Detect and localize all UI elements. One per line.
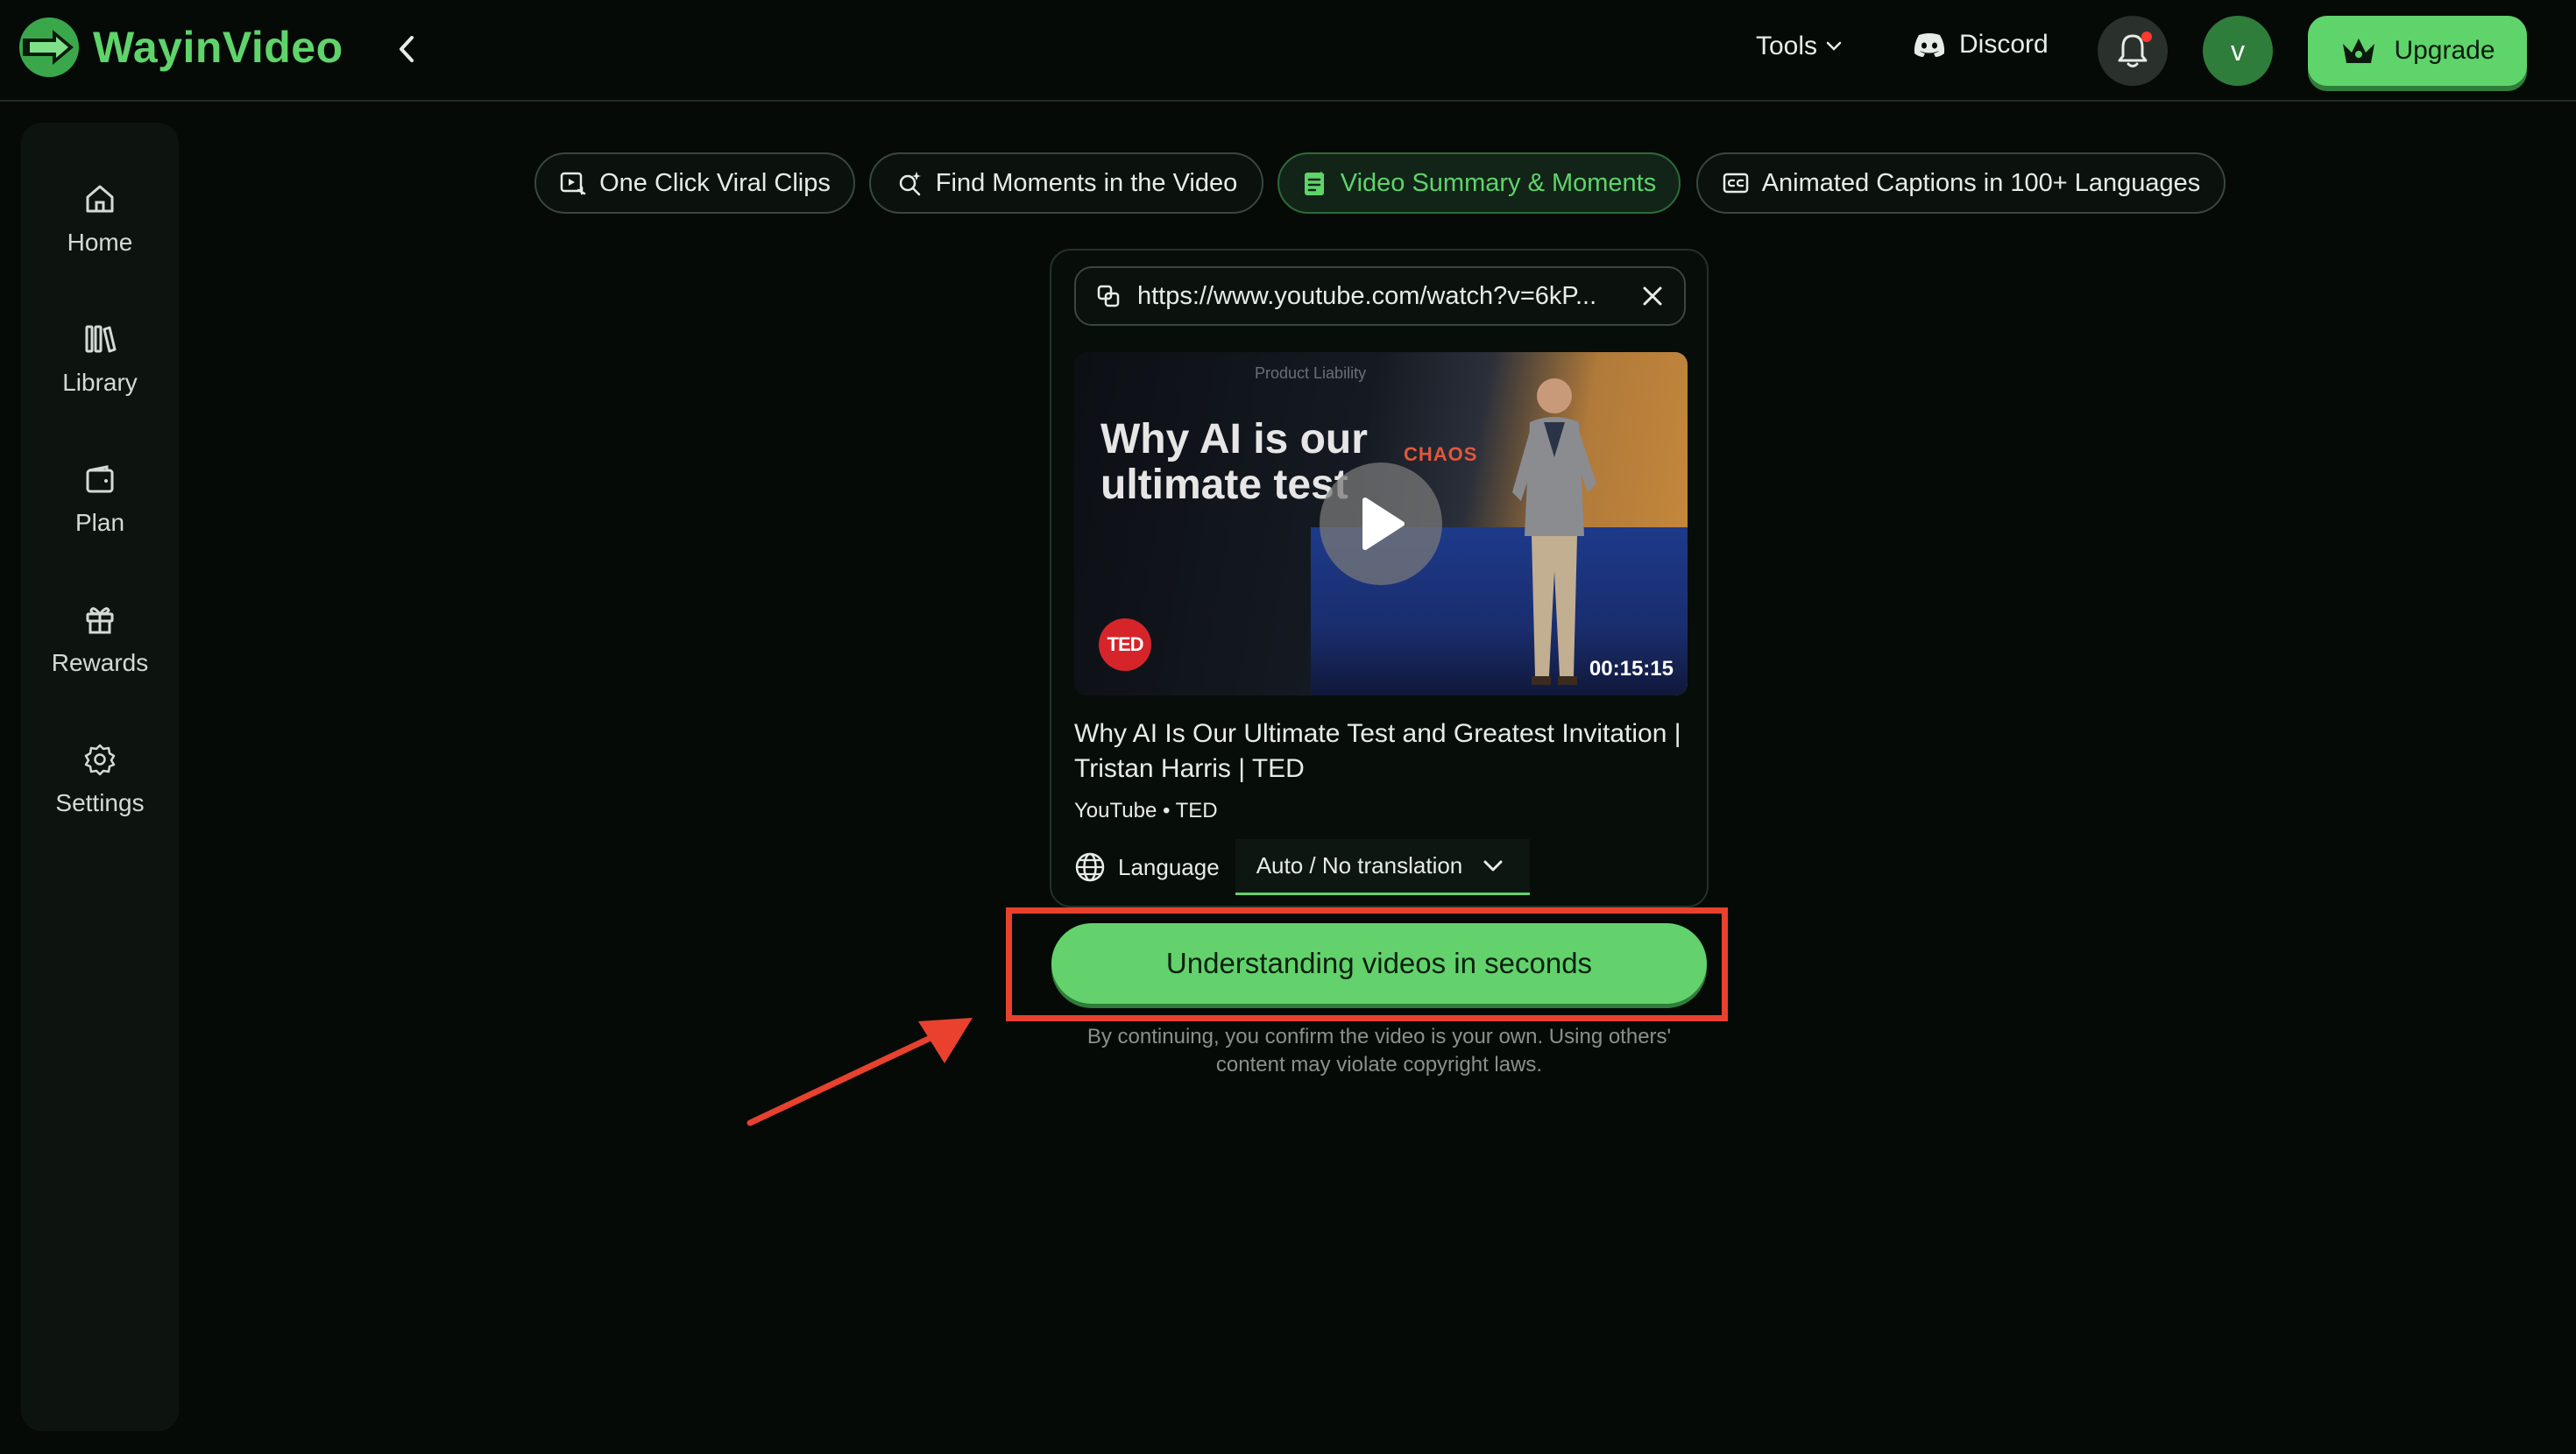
upgrade-label: Upgrade xyxy=(2394,36,2495,65)
sidebar-item-library[interactable]: Library xyxy=(21,298,179,420)
language-selected: Auto / No translation xyxy=(1256,852,1463,879)
crown-icon xyxy=(2343,39,2375,63)
video-title: Why AI Is Our Ultimate Test and Greatest… xyxy=(1074,719,1681,783)
logo[interactable]: WayinVideo xyxy=(18,16,343,79)
tab-label: Find Moments in the Video xyxy=(935,168,1238,197)
play-button[interactable] xyxy=(1320,462,1442,585)
video-card: https://www.youtube.com/watch?v=6kP... P… xyxy=(1050,249,1709,907)
collapse-sidebar-button[interactable] xyxy=(391,30,422,68)
url-value: https://www.youtube.com/watch?v=6kP... xyxy=(1137,281,1597,310)
url-input[interactable]: https://www.youtube.com/watch?v=6kP... xyxy=(1074,266,1686,326)
tab-animated-captions[interactable]: Animated Captions in 100+ Languages xyxy=(1696,152,2226,214)
thumbnail-chaos-text: CHAOS xyxy=(1404,443,1478,465)
library-icon xyxy=(85,325,117,353)
home-icon xyxy=(86,185,114,213)
chevron-down-icon xyxy=(1483,860,1503,871)
chevron-down-icon xyxy=(1826,41,1842,51)
avatar[interactable]: v xyxy=(2203,16,2273,86)
sidebar-item-settings[interactable]: Settings xyxy=(21,718,179,841)
tab-video-summary[interactable]: Video Summary & Moments xyxy=(1277,152,1681,214)
speaker-figure xyxy=(1512,378,1596,685)
annotation-arrow xyxy=(747,1018,973,1126)
sidebar-item-plan[interactable]: Plan xyxy=(21,438,179,561)
play-icon xyxy=(1362,498,1405,550)
link-icon xyxy=(1097,285,1120,307)
sidebar-item-label: Home xyxy=(67,229,133,256)
thumbnail-caption: Product Liability xyxy=(1255,364,1367,382)
summary-icon xyxy=(1304,171,1325,195)
video-source: YouTube • TED xyxy=(1074,799,1218,822)
magic-search-icon xyxy=(899,172,921,196)
sidebar: Home Library Plan Rewards Settings xyxy=(21,123,179,1431)
discord-label: Discord xyxy=(1959,30,2049,59)
copyright-disclaimer: By continuing, you confirm the video is … xyxy=(1086,1025,1672,1076)
tools-menu[interactable]: Tools xyxy=(1756,32,1842,61)
close-icon[interactable] xyxy=(1640,284,1665,308)
gear-icon xyxy=(84,744,116,776)
language-select[interactable]: Auto / No translation xyxy=(1235,839,1530,895)
app-name: WayinVideo xyxy=(93,23,343,72)
channel-logo: TED xyxy=(1099,618,1151,671)
tools-label: Tools xyxy=(1756,32,1818,60)
clip-icon xyxy=(560,172,586,195)
notification-dot xyxy=(2141,32,2152,42)
tab-label: Video Summary & Moments xyxy=(1340,168,1657,197)
sidebar-item-label: Rewards xyxy=(51,649,149,676)
notifications-button[interactable] xyxy=(2098,16,2168,86)
video-duration: 00:15:15 xyxy=(1589,657,1674,681)
logo-icon xyxy=(19,18,79,77)
globe-icon xyxy=(1075,852,1105,882)
sidebar-item-label: Settings xyxy=(55,789,145,816)
sidebar-item-label: Library xyxy=(62,369,138,396)
tab-one-click-viral-clips[interactable]: One Click Viral Clips xyxy=(534,152,855,214)
tab-find-moments[interactable]: Find Moments in the Video xyxy=(869,152,1263,214)
understand-video-button[interactable]: Understanding videos in seconds xyxy=(1051,923,1707,1004)
language-label: Language xyxy=(1118,853,1220,880)
gift-icon xyxy=(86,607,114,634)
video-thumbnail[interactable]: Product Liability Why AI is our ultimate… xyxy=(1074,352,1688,695)
sidebar-item-rewards[interactable]: Rewards xyxy=(21,578,179,701)
top-bar: WayinVideo Tools Discord v Upgrade xyxy=(0,0,2576,102)
tab-label: One Click Viral Clips xyxy=(599,168,831,197)
upgrade-button[interactable]: Upgrade xyxy=(2308,16,2527,86)
discord-icon xyxy=(1914,33,1945,57)
captions-icon xyxy=(1723,173,1748,194)
tab-label: Animated Captions in 100+ Languages xyxy=(1761,168,2201,197)
wallet-icon xyxy=(86,465,114,493)
language-row: Language Auto / No translation xyxy=(1074,839,1530,895)
sidebar-item-home[interactable]: Home xyxy=(21,158,179,280)
chevron-left-icon xyxy=(400,36,414,62)
discord-link[interactable]: Discord xyxy=(1912,30,2049,60)
sidebar-item-label: Plan xyxy=(74,509,125,536)
